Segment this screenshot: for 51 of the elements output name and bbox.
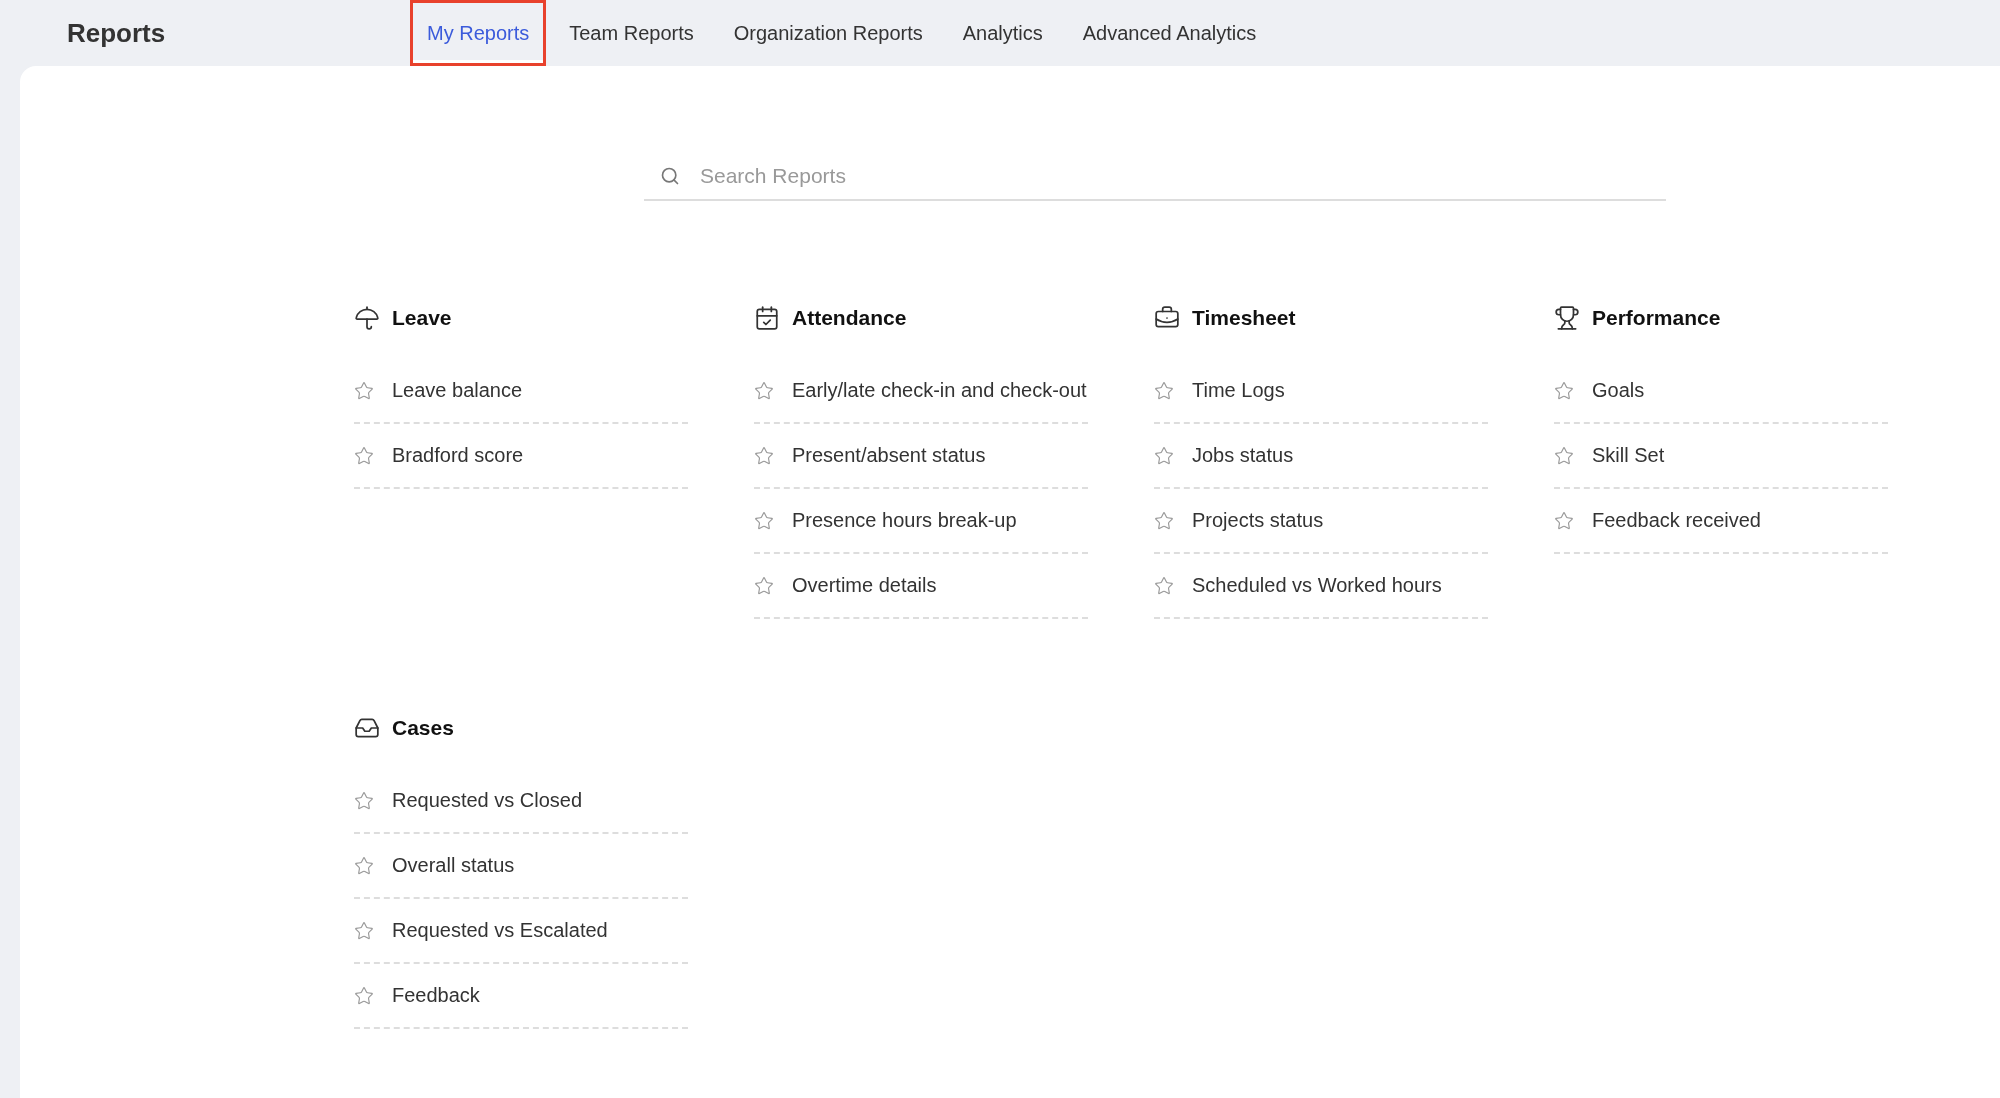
trophy-icon: [1554, 305, 1580, 331]
star-icon[interactable]: [1554, 510, 1574, 531]
star-icon[interactable]: [354, 380, 374, 401]
star-icon[interactable]: [354, 855, 374, 876]
section-heading: Performance: [1592, 306, 1721, 330]
report-link[interactable]: Feedback received: [1554, 489, 1888, 554]
nav-tab[interactable]: Analytics: [945, 0, 1060, 66]
report-link[interactable]: Presence hours break-up: [754, 489, 1088, 554]
report-link[interactable]: Present/absent status: [754, 424, 1088, 489]
briefcase-icon: [1154, 305, 1180, 331]
report-link[interactable]: Goals: [1554, 359, 1888, 424]
star-icon[interactable]: [754, 510, 774, 531]
calendar-icon: [754, 305, 780, 331]
nav-tab[interactable]: Team Reports: [552, 0, 711, 66]
star-icon[interactable]: [354, 445, 374, 466]
star-icon[interactable]: [1154, 380, 1174, 401]
report-link[interactable]: Projects status: [1154, 489, 1488, 554]
nav-tab[interactable]: My Reports: [410, 0, 547, 66]
star-icon[interactable]: [754, 380, 774, 401]
star-icon[interactable]: [1554, 445, 1574, 466]
page-title: Reports: [67, 17, 167, 49]
section-heading: Cases: [392, 716, 454, 740]
report-link[interactable]: Leave balance: [354, 359, 688, 424]
report-link[interactable]: Overtime details: [754, 554, 1088, 619]
star-icon[interactable]: [354, 790, 374, 811]
report-link[interactable]: Bradford score: [354, 424, 688, 489]
star-icon[interactable]: [1554, 380, 1574, 401]
star-icon[interactable]: [1154, 510, 1174, 531]
report-link[interactable]: Time Logs: [1154, 359, 1488, 424]
nav-tab[interactable]: Advanced Analytics: [1065, 0, 1274, 66]
section-heading: Attendance: [792, 306, 907, 330]
report-link[interactable]: Requested vs Closed: [354, 769, 688, 834]
star-icon[interactable]: [754, 575, 774, 596]
star-icon[interactable]: [1154, 445, 1174, 466]
star-icon[interactable]: [1154, 575, 1174, 596]
report-link[interactable]: Requested vs Escalated: [354, 899, 688, 964]
inbox-icon: [354, 715, 380, 741]
report-link[interactable]: Jobs status: [1154, 424, 1488, 489]
report-link[interactable]: Scheduled vs Worked hours: [1154, 554, 1488, 619]
star-icon[interactable]: [754, 445, 774, 466]
umbrella-icon: [354, 305, 380, 331]
report-link[interactable]: Skill Set: [1554, 424, 1888, 489]
section-heading: Timesheet: [1192, 306, 1296, 330]
report-link[interactable]: Feedback: [354, 964, 688, 1029]
star-icon[interactable]: [354, 985, 374, 1006]
section-heading: Leave: [392, 306, 452, 330]
star-icon[interactable]: [354, 920, 374, 941]
report-link[interactable]: Overall status: [354, 834, 688, 899]
nav-tab[interactable]: Organization Reports: [716, 0, 940, 66]
search-icon: [660, 166, 680, 186]
report-link[interactable]: Early/late check-in and check-out: [754, 359, 1088, 424]
